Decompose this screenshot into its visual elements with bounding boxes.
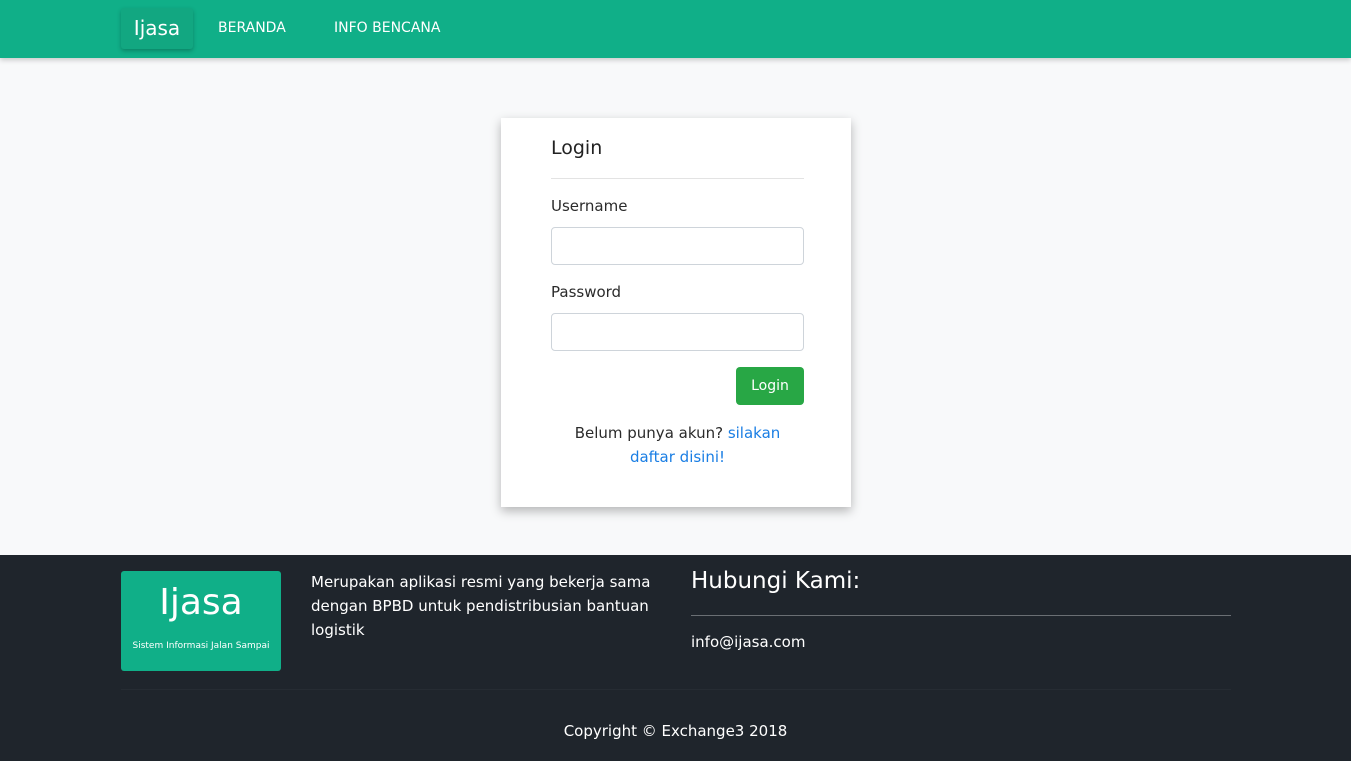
footer-logo-subtitle: Sistem Informasi Jalan Sampai bbox=[121, 641, 281, 651]
footer-logo-name: Ijasa bbox=[121, 581, 281, 625]
contact-title: Hubungi Kami: bbox=[691, 568, 860, 594]
login-card: Login Username Password Login Belum puny… bbox=[501, 118, 851, 507]
password-input[interactable] bbox=[551, 313, 804, 351]
contact-divider bbox=[691, 615, 1231, 616]
register-text: Belum punya akun? silakan daftar disini! bbox=[556, 421, 799, 469]
login-title: Login bbox=[551, 137, 602, 159]
password-label: Password bbox=[551, 283, 621, 301]
login-button[interactable]: Login bbox=[736, 367, 804, 405]
nav-link-info-bencana[interactable]: INFO BENCANA bbox=[334, 0, 440, 58]
register-prompt: Belum punya akun? bbox=[575, 424, 723, 442]
navbar: Ijasa BERANDA INFO BENCANA bbox=[0, 0, 1351, 58]
card-divider bbox=[551, 178, 804, 179]
username-label: Username bbox=[551, 197, 627, 215]
username-input[interactable] bbox=[551, 227, 804, 265]
footer-description: Merupakan aplikasi resmi yang bekerja sa… bbox=[311, 570, 661, 642]
footer-divider bbox=[121, 689, 1231, 690]
brand-logo[interactable]: Ijasa bbox=[121, 8, 193, 49]
footer: Ijasa Sistem Informasi Jalan Sampai Meru… bbox=[0, 555, 1351, 761]
copyright-text: Copyright © Exchange3 2018 bbox=[0, 722, 1351, 740]
footer-logo: Ijasa Sistem Informasi Jalan Sampai bbox=[121, 571, 281, 671]
contact-email: info@ijasa.com bbox=[691, 633, 805, 651]
nav-link-beranda[interactable]: BERANDA bbox=[218, 0, 286, 58]
